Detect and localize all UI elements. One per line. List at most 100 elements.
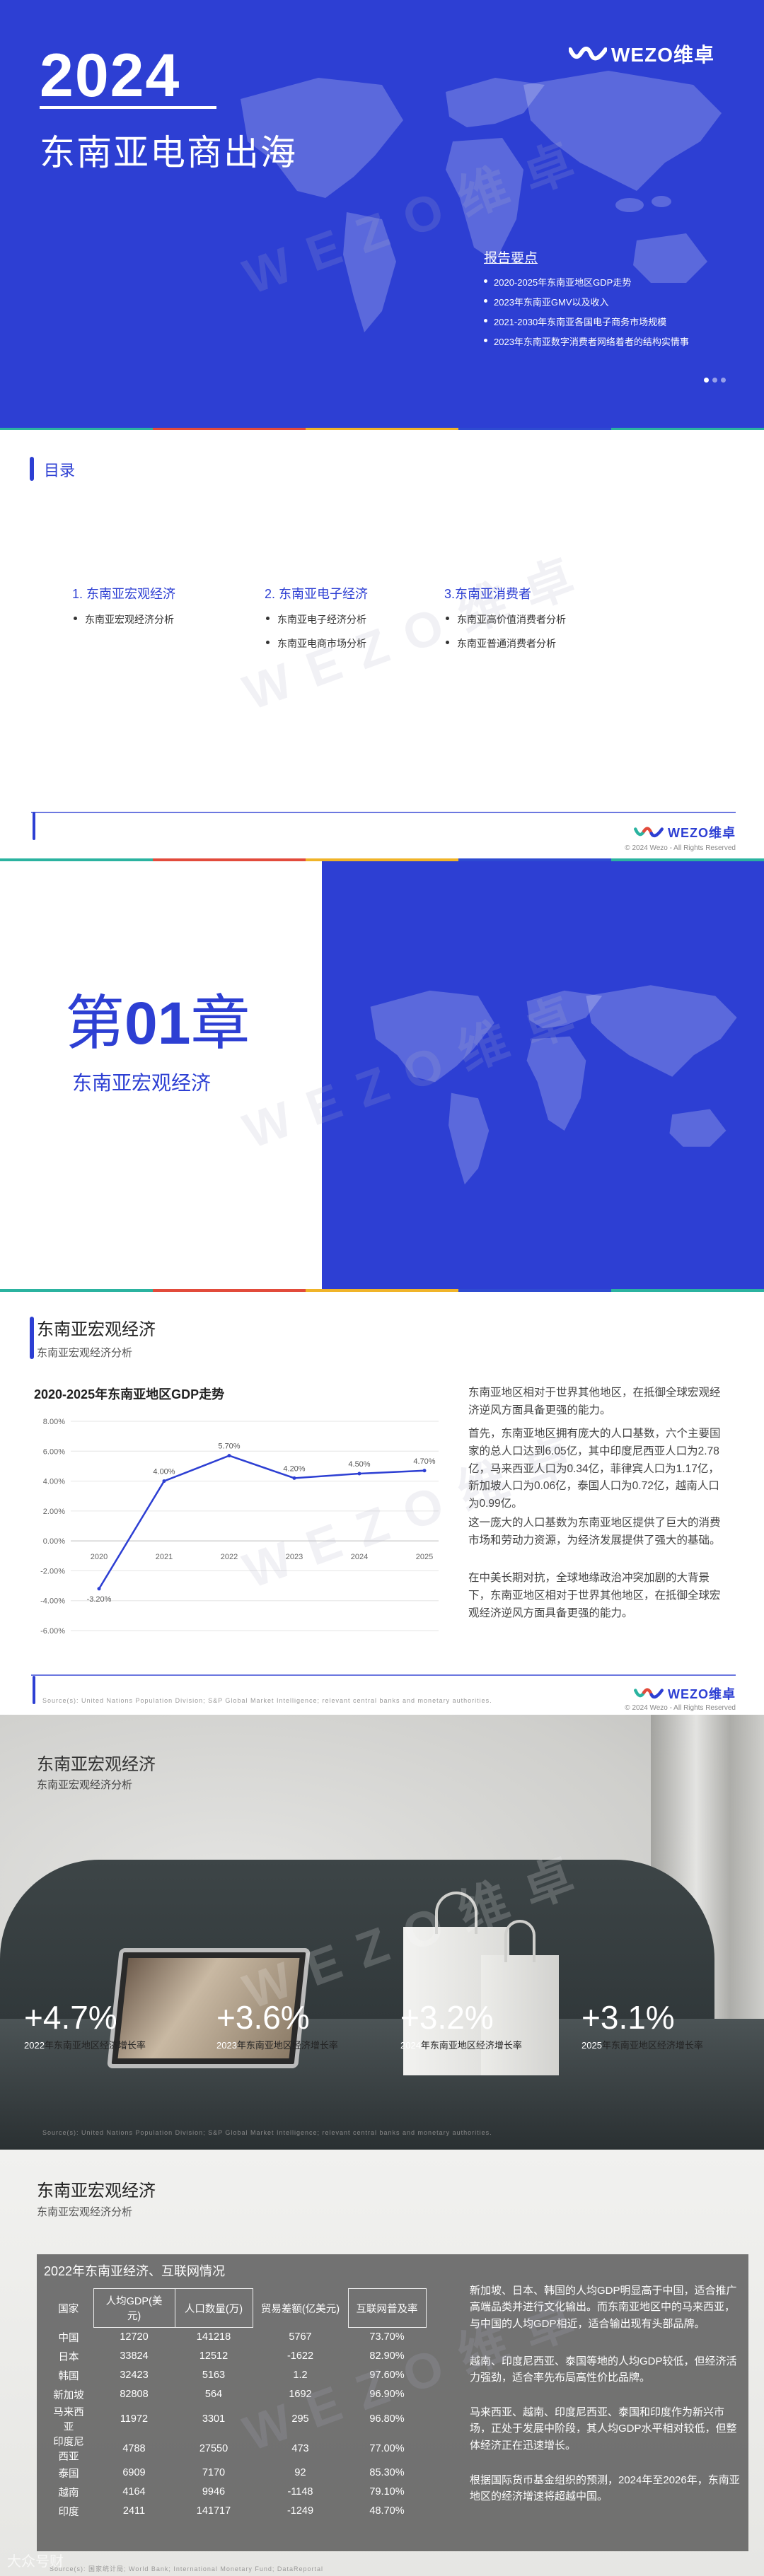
data-label: 4.20%	[283, 1464, 305, 1473]
highlights-title: 报告要点	[484, 251, 538, 266]
toc-heading[interactable]: 3.东南亚消费者	[444, 584, 566, 602]
table-cell: 4788	[122, 2442, 146, 2454]
toc-section-3[interactable]: 3.东南亚消费者 东南亚高价值消费者分析 东南亚普通消费者分析	[444, 584, 566, 660]
table-cell: 5767	[289, 2331, 312, 2343]
toc-item[interactable]: 东南亚普通消费者分析	[444, 636, 566, 651]
table-cell: 96.90%	[369, 2389, 405, 2400]
cover-slide: 2024 东南亚电商出海 WEZO维卓 WEZO维卓 报告要点 2020-202…	[0, 0, 764, 428]
table-row: 新加坡 82808 564 1692 96.90%	[44, 2385, 426, 2404]
highlight-item: 2020-2025年东南亚地区GDP走势	[484, 275, 689, 289]
gdp-line-chart: 8.00% 6.00% 4.00% 2.00% 0.00% -2.00% -4.00% -6.…	[40, 1418, 439, 1636]
toc-item[interactable]: 东南亚高价值消费者分析	[444, 612, 566, 626]
chapter-suffix: 章	[190, 990, 250, 1056]
toc-section-2[interactable]: 2. 东南亚电子经济 东南亚电子经济分析 东南亚电商市场分析	[265, 584, 368, 660]
data-point	[422, 1469, 427, 1473]
growth-value: +3.6%	[216, 1999, 310, 2036]
table-cell: 韩国	[58, 2370, 79, 2382]
table-paragraph: 越南、印度尼西亚、泰国等地的人均GDP较低，但经济活力强劲，适合率先布局高性价比…	[470, 2355, 737, 2384]
table-cell: 97.60%	[369, 2370, 405, 2381]
table-cell: 马来西亚	[53, 2406, 84, 2433]
column-header: 人口数量(万)	[174, 2288, 253, 2328]
table-cell: 96.80%	[369, 2413, 405, 2425]
table-cell: 6909	[122, 2467, 146, 2478]
x-tick-label: 2024	[351, 1553, 368, 1561]
table-cell: 2411	[122, 2505, 146, 2517]
y-tick-label: -2.00%	[40, 1567, 65, 1575]
table-row: 中国 12720 141218 5767 73.70%	[44, 2328, 426, 2347]
column-header: 互联网普及率	[347, 2288, 427, 2328]
wezo-logo: WEZO维卓	[634, 823, 736, 841]
footer-divider	[31, 1674, 736, 1676]
highlight-item: 2021-2030年东南亚各国电子商务市场规模	[484, 315, 689, 328]
table-title: 2022年东南亚经济、互联网情况	[44, 2264, 226, 2278]
data-label: 4.00%	[153, 1468, 175, 1476]
y-tick-label: 0.00%	[43, 1537, 65, 1546]
copyright: © 2024 Wezo - All Rights Reserved	[625, 1704, 736, 1712]
table-cell: 73.70%	[369, 2331, 405, 2343]
logo-text: WEZO维卓	[668, 826, 736, 840]
logo-text: WEZO维卓	[611, 44, 714, 66]
data-label: 4.70%	[413, 1457, 435, 1466]
carousel-dot[interactable]	[704, 378, 709, 383]
table-cell: 82.90%	[369, 2350, 405, 2362]
column-header: 贸易差额(亿美元)	[260, 2303, 340, 2315]
growth-label: 2025年东南亚地区经济增长率	[581, 2040, 703, 2051]
table-cell: 日本	[58, 2351, 79, 2363]
gdp-paragraph: 首先，东南亚地区拥有庞大的人口基数，六个主要国家的总人口达到6.05亿，其中印度…	[468, 1428, 721, 1510]
chapter-subtitle: 东南亚宏观经济	[72, 1072, 212, 1094]
toc-item[interactable]: 东南亚宏观经济分析	[72, 612, 175, 626]
table-cell: 新加坡	[53, 2389, 84, 2401]
table-cell: 77.00%	[369, 2442, 405, 2454]
table-panel: 2022年东南亚经济、互联网情况 国家 人均GDP(美元) 人口数量(万) 贸易…	[37, 2254, 748, 2551]
toc-heading[interactable]: 1. 东南亚宏观经济	[72, 584, 175, 602]
table-cell: -1148	[287, 2486, 313, 2498]
table-cell: 79.10%	[369, 2486, 405, 2498]
highlight-item: 2023年东南亚数字消费者网络着者的结构实情事	[484, 334, 689, 348]
growth-value: +3.2%	[400, 1999, 494, 2036]
toc-section-1[interactable]: 1. 东南亚宏观经济 东南亚宏观经济分析	[72, 584, 175, 636]
copyright: © 2024 Wezo - All Rights Reserved	[625, 844, 736, 852]
carousel-dot[interactable]	[712, 378, 717, 383]
carousel-dot[interactable]	[721, 378, 726, 383]
data-point	[292, 1476, 296, 1480]
table-header-row: 国家 人均GDP(美元) 人口数量(万) 贸易差额(亿美元) 互联网普及率	[44, 2288, 427, 2328]
growth-label: 2024年东南亚地区经济增长率	[400, 2040, 522, 2051]
gdp-paragraph: 这一庞大的人口基数为东南亚地区提供了巨大的消费市场和劳动力资源，为经济发展提供了…	[468, 1517, 721, 1546]
section-title: 东南亚宏观经济	[37, 1320, 156, 1339]
gdp-series-line	[98, 1455, 425, 1590]
chapter-title: 第01章	[65, 976, 250, 1061]
table-paragraph: 新加坡、日本、韩国的人均GDP明显高于中国，适合推广高端品类并进行文化输出。而东…	[470, 2285, 737, 2330]
source-note: Source(s): United Nations Population Div…	[42, 2129, 492, 2136]
footer-divider	[31, 812, 736, 813]
cover-title: 东南亚电商出海	[40, 133, 297, 173]
toc-item[interactable]: 东南亚电子经济分析	[265, 612, 368, 626]
growth-stat: +3.6% 2023年东南亚地区经济增长率	[216, 2001, 338, 2051]
economy-table-slide: 东南亚宏观经济 东南亚宏观经济分析 2022年东南亚经济、互联网情况 国家 人均…	[0, 2150, 764, 2576]
table-cell: 82808	[120, 2389, 149, 2400]
table-row: 印度 2411 141717 -1249 48.70%	[44, 2502, 426, 2521]
table-cell: 印度尼西亚	[53, 2436, 84, 2463]
data-point	[227, 1454, 231, 1458]
cover-year-underline	[40, 106, 216, 109]
table-cell: 1692	[289, 2389, 312, 2400]
chapter-map-panel	[322, 861, 764, 1289]
data-label: 4.50%	[348, 1460, 370, 1469]
section-subtitle: 东南亚宏观经济分析	[37, 1347, 133, 1359]
table-cell: 中国	[58, 2332, 79, 2344]
x-tick-label: 2021	[156, 1553, 173, 1561]
data-point	[97, 1587, 101, 1591]
table-body: 中国 12720 141218 5767 73.70% 日本 33824 12512 -1622…	[44, 2328, 426, 2521]
carousel-dots[interactable]	[704, 378, 726, 383]
wezo-logo-icon	[634, 827, 664, 838]
x-tick-label: 2025	[416, 1553, 433, 1561]
toc-slide: 目录 WEZO维卓 1. 东南亚宏观经济 东南亚宏观经济分析 2. 东南亚电子经…	[0, 430, 764, 861]
economy-table: 国家 人均GDP(美元) 人口数量(万) 贸易差额(亿美元) 互联网普及率 中国…	[44, 2288, 427, 2521]
source-note: Source(s): 国家统计局; World Bank; Internatio…	[50, 2565, 323, 2572]
table-cell: 295	[291, 2413, 309, 2425]
y-tick-label: -6.00%	[40, 1627, 65, 1636]
table-cell: 12512	[199, 2350, 228, 2362]
table-row: 泰国 6909 7170 92 85.30%	[44, 2464, 426, 2483]
table-paragraph: 根据国际货币基金组织的预测，2024年至2026年，东南亚地区的经济增速将超越中…	[470, 2474, 740, 2503]
toc-item[interactable]: 东南亚电商市场分析	[265, 636, 368, 651]
toc-heading[interactable]: 2. 东南亚电子经济	[265, 584, 368, 602]
